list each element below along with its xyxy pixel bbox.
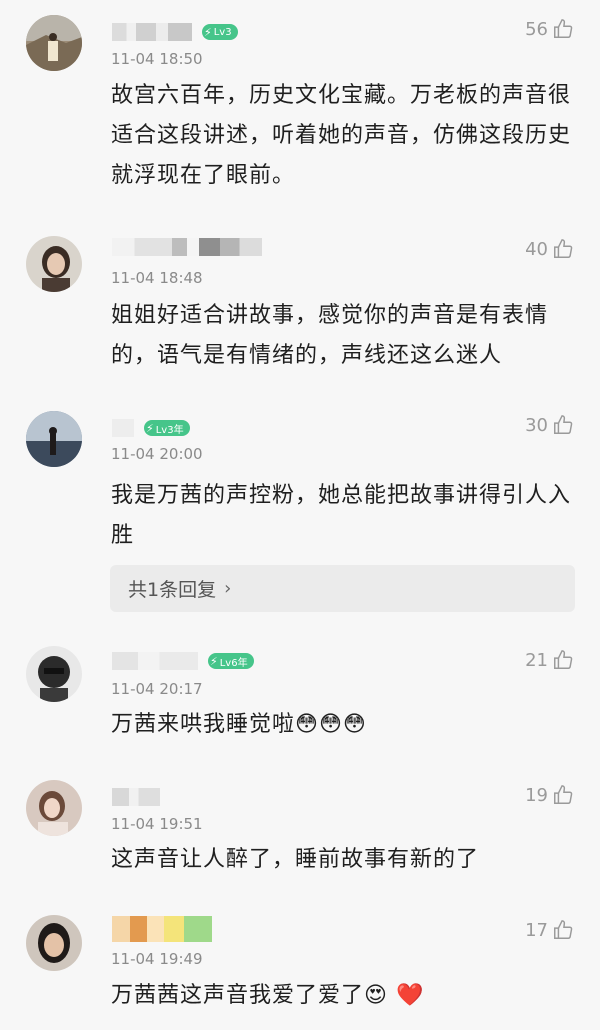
- avatar[interactable]: [26, 915, 82, 971]
- username-row[interactable]: [112, 788, 160, 806]
- thumbs-up-icon: [554, 415, 573, 434]
- avatar[interactable]: [26, 15, 82, 71]
- thumbs-up-icon: [554, 239, 573, 258]
- level-badge: ⚡ Lv3: [202, 24, 238, 40]
- comment-text-body: 万茜来哄我睡觉啦: [111, 712, 296, 737]
- username-blurred: [112, 916, 212, 942]
- level-badge: ⚡ Lv3年: [144, 420, 190, 436]
- replies-label: 共1条回复: [128, 579, 217, 601]
- username-row[interactable]: ⚡ Lv6年: [112, 652, 254, 670]
- username-row[interactable]: ⚡ Lv3: [112, 23, 238, 41]
- username-blurred: [112, 788, 160, 806]
- emoji-heart-eyes-and-heart: 😍 ❤️: [364, 983, 425, 1008]
- like-button[interactable]: 30: [525, 414, 574, 436]
- thumbs-up-icon: [554, 785, 573, 804]
- like-count: 40: [525, 238, 548, 260]
- comment-text: 万茜来哄我睡觉啦😳😳😳: [111, 705, 581, 745]
- comment-time: 11-04 19:49: [111, 950, 203, 968]
- emoji-flushed: 😳😳😳: [295, 712, 367, 737]
- like-count: 56: [525, 18, 548, 40]
- comment-time: 11-04 18:48: [111, 269, 203, 287]
- thumbs-up-icon: [554, 650, 573, 669]
- bolt-icon: ⚡: [204, 25, 212, 39]
- username-blurred: [112, 23, 192, 41]
- username-blurred: [112, 652, 198, 670]
- badge-label: Lv3年: [155, 424, 184, 436]
- username-blurred: [112, 419, 134, 437]
- username-row[interactable]: [112, 916, 212, 942]
- like-button[interactable]: 56: [525, 18, 574, 40]
- username-row[interactable]: ⚡ Lv3年: [112, 419, 190, 437]
- like-button[interactable]: 19: [525, 784, 574, 806]
- comment-text: 我是万茜的声控粉，她总能把故事讲得引人入胜: [111, 483, 572, 548]
- like-count: 30: [525, 414, 548, 436]
- badge-label: Lv3: [213, 26, 232, 38]
- badge-label: Lv6年: [219, 657, 248, 669]
- comment-text: 这声音让人醉了，睡前故事有新的了: [111, 847, 480, 872]
- like-count: 17: [525, 919, 548, 941]
- level-badge: ⚡ Lv6年: [208, 653, 254, 669]
- comment-time: 11-04 20:17: [111, 680, 203, 698]
- thumbs-up-icon: [554, 920, 573, 939]
- bolt-icon: ⚡: [210, 654, 218, 668]
- like-count: 21: [525, 649, 548, 671]
- like-button[interactable]: 40: [525, 238, 574, 260]
- comment-time: 11-04 18:50: [111, 50, 203, 68]
- comment-time: 11-04 19:51: [111, 815, 203, 833]
- chevron-right-icon: ›: [224, 578, 232, 599]
- avatar[interactable]: [26, 780, 82, 836]
- username-blurred: [112, 238, 262, 256]
- like-count: 19: [525, 784, 548, 806]
- comment-time: 11-04 20:00: [111, 445, 203, 463]
- avatar[interactable]: [26, 411, 82, 467]
- comment-text: 故宫六百年，历史文化宝藏。万老板的声音很适合这段讲述，听着她的声音，仿佛这段历史…: [111, 83, 572, 188]
- view-replies-button[interactable]: 共1条回复 ›: [110, 565, 575, 612]
- thumbs-up-icon: [554, 19, 573, 38]
- comment-text: 姐姐好适合讲故事，感觉你的声音是有表情的，语气是有情绪的，声线还这么迷人: [111, 303, 549, 368]
- comment-text-body: 万茜茜这声音我爱了爱了: [111, 983, 365, 1008]
- avatar[interactable]: [26, 236, 82, 292]
- like-button[interactable]: 21: [525, 649, 574, 671]
- bolt-icon: ⚡: [146, 421, 154, 435]
- comment-text: 万茜茜这声音我爱了爱了😍 ❤️: [111, 976, 581, 1016]
- username-row[interactable]: [112, 238, 262, 256]
- avatar[interactable]: [26, 646, 82, 702]
- like-button[interactable]: 17: [525, 919, 574, 941]
